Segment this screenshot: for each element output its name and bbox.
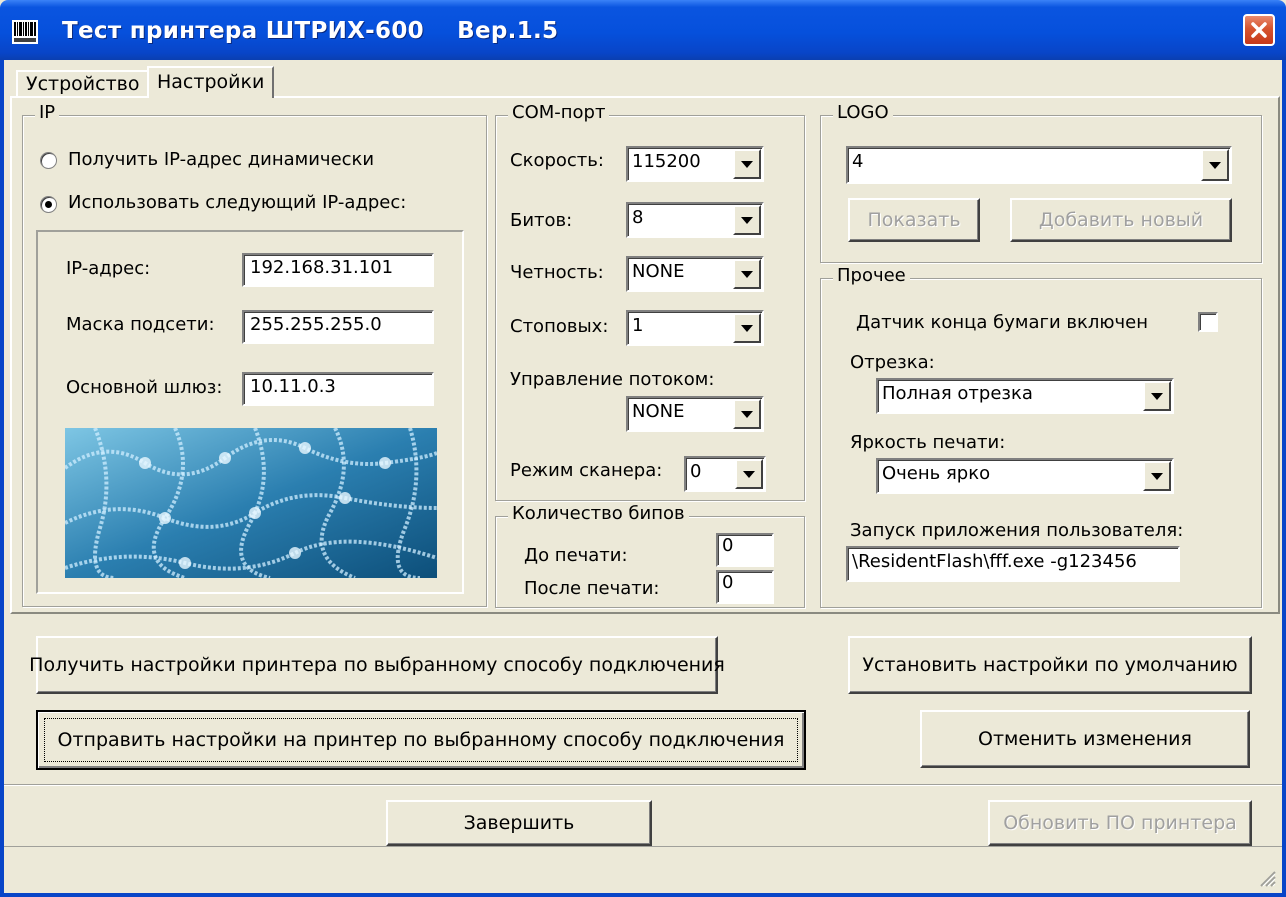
tab-settings[interactable]: Настройки (147, 66, 275, 98)
app-window: Тест принтера ШТРИХ-600 Вер.1.5 Устройст… (0, 0, 1286, 897)
chevron-down-icon (741, 161, 753, 168)
chevron-down-icon (741, 325, 753, 332)
get-settings-button[interactable]: Получить настройки принтера по выбранном… (29, 636, 725, 694)
show-logo-button[interactable]: Показать (848, 198, 980, 242)
finish-button[interactable]: Завершить (386, 800, 652, 846)
subnet-mask-field[interactable]: 255.255.255.0 (242, 310, 434, 344)
scanner-mode-dropdown-button[interactable] (735, 459, 763, 489)
user-app-label: Запуск приложения пользователя: (850, 520, 1184, 541)
flow-control-dropdown-button[interactable] (733, 399, 761, 429)
speed-dropdown-button[interactable] (733, 149, 761, 179)
beeps-after-label: После печати: (524, 578, 660, 599)
add-logo-button[interactable]: Добавить новый (1010, 198, 1232, 242)
logo-dropdown-button[interactable] (1201, 149, 1229, 181)
beeps-group-title: Количество бипов (508, 503, 689, 524)
cut-select[interactable]: Полная отрезка (876, 378, 1174, 414)
chevron-down-icon (1151, 473, 1163, 480)
barcode-icon (12, 20, 38, 44)
beeps-after-field[interactable]: 0 (716, 570, 774, 604)
flow-control-label: Управление потоком: (510, 369, 715, 390)
cut-dropdown-button[interactable] (1143, 381, 1171, 411)
gateway-field[interactable]: 10.11.0.3 (242, 372, 434, 406)
scanner-mode-label: Режим сканера: (510, 460, 663, 481)
speed-value: 115200 (632, 151, 701, 172)
chevron-down-icon (1151, 393, 1163, 400)
footer-separator (4, 784, 1282, 786)
bits-dropdown-button[interactable] (733, 205, 761, 235)
chevron-down-icon (741, 271, 753, 278)
brightness-value: Очень ярко (882, 463, 991, 484)
stop-bits-value: 1 (632, 315, 644, 336)
logo-value: 4 (852, 151, 864, 172)
brightness-label: Яркость печати: (850, 432, 1006, 453)
ip-address-label: IP-адрес: (66, 258, 151, 279)
title-bar[interactable]: Тест принтера ШТРИХ-600 Вер.1.5 (0, 0, 1286, 60)
brightness-dropdown-button[interactable] (1143, 461, 1171, 491)
close-button[interactable] (1243, 14, 1275, 46)
stop-bits-dropdown-button[interactable] (733, 313, 761, 343)
paper-sensor-label: Датчик конца бумаги включен (856, 312, 1149, 333)
decorative-net-image (65, 428, 437, 578)
radio-static-ip[interactable] (40, 196, 57, 213)
scanner-mode-select[interactable]: 0 (684, 456, 766, 492)
close-icon (1251, 22, 1267, 38)
bits-value: 8 (632, 207, 644, 228)
bits-select[interactable]: 8 (626, 202, 764, 238)
ip-address-field[interactable]: 192.168.31.101 (242, 253, 434, 287)
radio-dynamic-ip-label[interactable]: Получить IP-адрес динамически (68, 149, 374, 170)
parity-dropdown-button[interactable] (733, 259, 761, 289)
chevron-down-icon (741, 217, 753, 224)
send-settings-button[interactable]: Отправить настройки на принтер по выбран… (36, 710, 806, 770)
subnet-mask-label: Маска подсети: (66, 314, 215, 335)
tab-device[interactable]: Устройство (16, 70, 150, 96)
chevron-down-icon (1209, 162, 1221, 169)
parity-select[interactable]: NONE (626, 256, 764, 292)
stop-bits-select[interactable]: 1 (626, 310, 764, 346)
focus-rectangle (44, 718, 798, 762)
resize-grip-icon[interactable] (1258, 869, 1276, 887)
brightness-select[interactable]: Очень ярко (876, 458, 1174, 494)
flow-control-select[interactable]: NONE (626, 396, 764, 432)
parity-value: NONE (632, 261, 685, 282)
logo-select[interactable]: 4 (846, 146, 1232, 184)
update-firmware-button[interactable]: Обновить ПО принтера (988, 800, 1252, 846)
paper-sensor-checkbox[interactable] (1198, 312, 1218, 332)
gateway-label: Основной шлюз: (66, 377, 223, 398)
status-bar (4, 846, 1282, 893)
radio-selected-dot (45, 201, 52, 208)
speed-label: Скорость: (510, 150, 604, 171)
speed-select[interactable]: 115200 (626, 146, 764, 182)
com-port-group-title: COM-порт (508, 102, 610, 123)
stop-bits-label: Стоповых: (510, 316, 609, 337)
flow-control-value: NONE (632, 401, 685, 422)
chevron-down-icon (741, 411, 753, 418)
window-title: Тест принтера ШТРИХ-600 Вер.1.5 (62, 18, 559, 44)
cut-label: Отрезка: (850, 352, 935, 373)
ip-group-title: IP (35, 102, 60, 123)
chevron-down-icon (743, 471, 755, 478)
other-group-title: Прочее (833, 265, 910, 286)
radio-static-ip-label[interactable]: Использовать следующий IP-адрес: (68, 192, 406, 213)
beeps-before-field[interactable]: 0 (716, 533, 774, 567)
cut-value: Полная отрезка (882, 383, 1033, 404)
logo-group-title: LOGO (833, 102, 893, 123)
default-settings-button[interactable]: Установить настройки по умолчанию (848, 636, 1252, 694)
scanner-mode-value: 0 (690, 461, 702, 482)
cancel-changes-button[interactable]: Отменить изменения (920, 710, 1250, 768)
radio-dynamic-ip[interactable] (40, 152, 57, 169)
user-app-field[interactable]: \ResidentFlash\fff.exe -g123456 (846, 546, 1180, 582)
bits-label: Битов: (510, 210, 573, 231)
beeps-before-label: До печати: (524, 545, 628, 566)
parity-label: Четность: (510, 262, 604, 283)
